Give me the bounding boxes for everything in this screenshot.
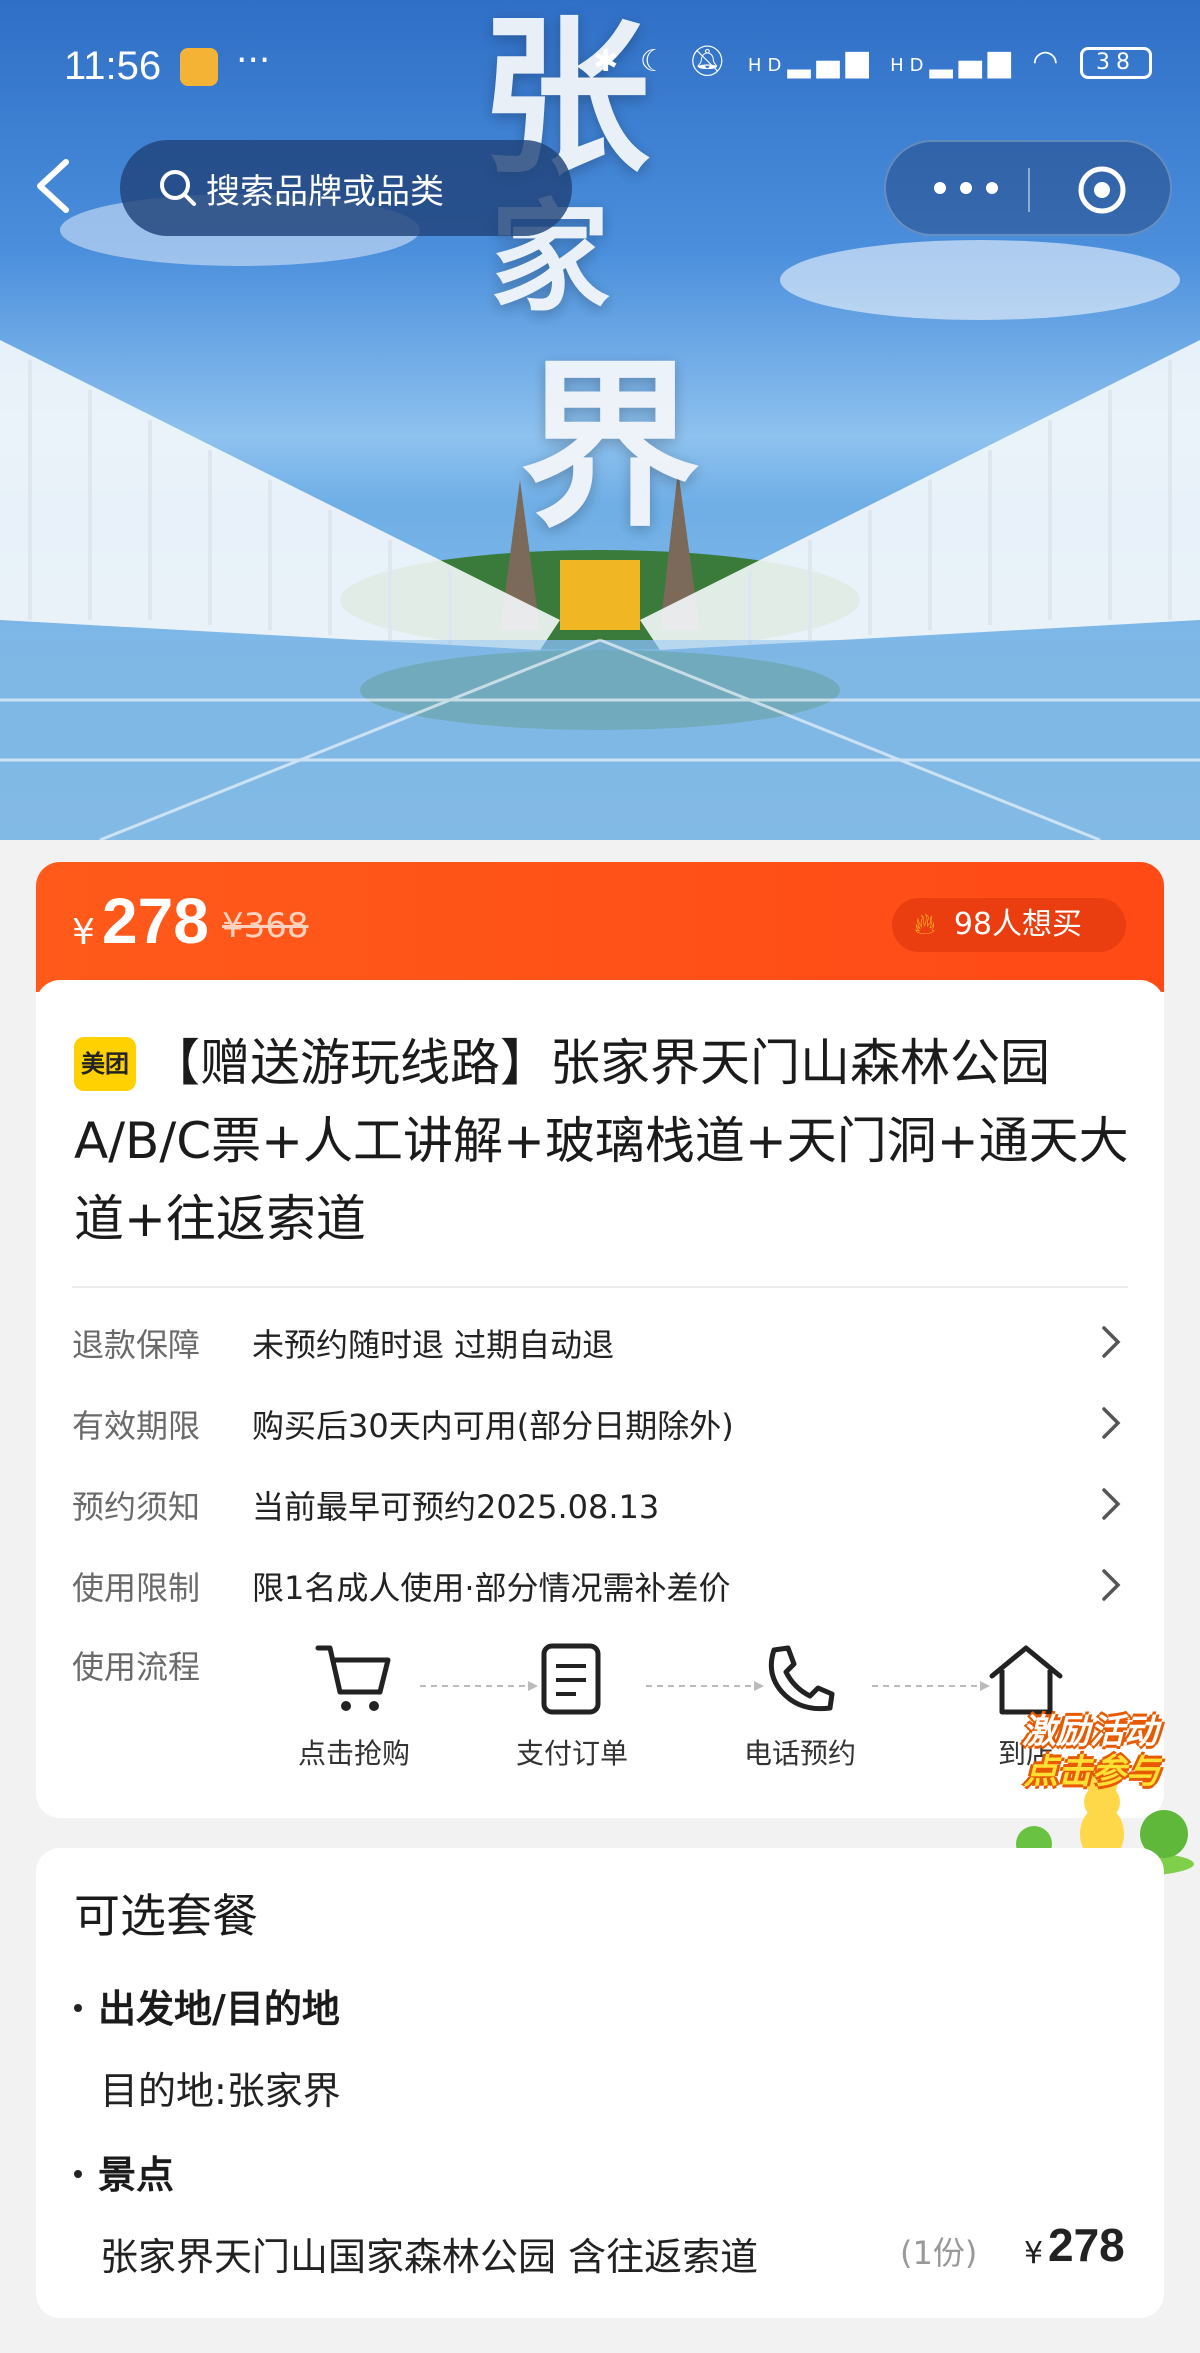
system-icons: ✱ ☾ 🔕︎ HD▂▄▆ HD▂▄▆ ◠ 38 (593, 44, 1152, 79)
do-not-disturb-icon: ☾ (639, 44, 673, 79)
current-price: 278 (102, 885, 209, 957)
fire-icon: 🔥︎ (913, 907, 936, 942)
cart-icon (315, 1645, 391, 1711)
bullet (74, 2170, 82, 2178)
want-count: 98人想买 (953, 907, 1082, 942)
battery-icon: 38 (1080, 46, 1152, 79)
clock: 11:56 (64, 44, 162, 88)
status-bar: 11:56 ··· ✱ ☾ 🔕︎ HD▂▄▆ HD▂▄▆ ◠ 38 (0, 36, 1200, 100)
want-to-buy-badge: 🔥︎ 98人想买 (891, 898, 1126, 952)
chevron-right-icon (1102, 1488, 1121, 1520)
promo-line-2: 点击参与 (1024, 1752, 1160, 1792)
currency-symbol: ¥ (72, 912, 95, 953)
bullet (74, 2004, 82, 2012)
flow-key: 使用流程 (72, 1648, 201, 1686)
info-key: 有效期限 (72, 1407, 201, 1445)
notification-app-icon (180, 48, 218, 86)
search-icon (160, 170, 196, 206)
hero-banner-image: 张 家 界 (0, 0, 1200, 840)
signal-1-icon: HD (747, 55, 788, 76)
info-value: 购买后30天内可用(部分日期除外) (252, 1407, 734, 1445)
section-origin-destination: 出发地/目的地 (74, 1978, 340, 2033)
original-price: ¥368 (222, 906, 309, 946)
hero-calligraphy-bottom: 界 (520, 341, 701, 552)
meituan-badge: 美团 (74, 1037, 136, 1091)
package-price: 278 (1048, 2219, 1125, 2271)
chevron-right-icon (1102, 1407, 1121, 1439)
section-spot: 景点 (74, 2144, 174, 2199)
info-row-restriction[interactable]: 使用限制 限1名成人使用·部分情况需补差价 (72, 1555, 1152, 1611)
more-notifications-indicator: ··· (236, 40, 271, 81)
price-bar: ¥ 278 ¥368 🔥︎ 98人想买 (36, 862, 1164, 992)
wifi-icon: ◠ (1032, 44, 1065, 79)
signal-bars-icon: ▂▄▆ (787, 44, 875, 79)
info-value: 当前最早可预约2025.08.13 (252, 1488, 660, 1526)
info-key: 退款保障 (72, 1326, 201, 1364)
package-quantity: (1份) (900, 2234, 978, 2272)
back-button[interactable] (32, 156, 72, 216)
info-row-refund[interactable]: 退款保障 未预约随时退 过期自动退 (72, 1312, 1152, 1368)
info-row-validity[interactable]: 有效期限 购买后30天内可用(部分日期除外) (72, 1393, 1152, 1449)
order-document-icon (541, 1643, 601, 1715)
package-card: 可选套餐 出发地/目的地 目的地:张家界 景点 张家界天门山国家森林公园 含往返… (36, 1848, 1164, 2318)
info-key: 使用限制 (72, 1569, 201, 1607)
chevron-right-icon (1102, 1326, 1121, 1358)
flow-step-label: 点击抢购 (297, 1737, 410, 1770)
info-value: 限1名成人使用·部分情况需补差价 (252, 1569, 731, 1607)
spot-name[interactable]: 张家界天门山国家森林公园 含往返索道 (100, 2226, 758, 2281)
chevron-left-icon (37, 159, 69, 213)
phone-icon (768, 1645, 835, 1712)
flow-step-pay: 支付订单 (492, 1642, 652, 1772)
package-title: 可选套餐 (74, 1889, 258, 1943)
info-value: 未预约随时退 过期自动退 (252, 1326, 615, 1364)
bluetooth-icon: ✱ (593, 44, 625, 79)
search-placeholder: 搜索品牌或品类 (206, 172, 444, 212)
mini-program-capsule (884, 140, 1172, 236)
capsule-divider (1028, 168, 1030, 212)
search-bar[interactable]: 搜索品牌或品类 (120, 140, 572, 236)
flow-step-buy: 点击抢购 (274, 1642, 434, 1772)
signal-bars-icon: ▂▄▆ (929, 44, 1017, 79)
flow-step-label: 电话预约 (743, 1737, 856, 1770)
package-currency: ¥ (1024, 2236, 1044, 2271)
close-mini-program-icon[interactable] (1076, 164, 1128, 216)
product-title-text: 【赠送游玩线路】张家界天门山森林公园A/B/C票+人工讲解+玻璃栈道+天门洞+通… (74, 1034, 1129, 1248)
card-body-top (36, 980, 1164, 1020)
more-options-icon[interactable] (926, 168, 1006, 208)
info-row-booking[interactable]: 预约须知 当前最早可预约2025.08.13 (72, 1474, 1152, 1530)
info-key: 预约须知 (72, 1488, 201, 1526)
flow-step-call: 电话预约 (720, 1642, 880, 1772)
section-label: 出发地/目的地 (98, 1987, 340, 2031)
section-label: 景点 (98, 2153, 175, 2197)
mute-icon: 🔕︎ (688, 44, 733, 79)
product-title: 美团 【赠送游玩线路】张家界天门山森林公园A/B/C票+人工讲解+玻璃栈道+天门洞… (74, 1024, 1134, 1258)
product-card: ¥ 278 ¥368 🔥︎ 98人想买 美团 【赠送游玩线路】张家界天门山森林公园… (36, 862, 1164, 1818)
chevron-right-icon (1102, 1569, 1121, 1601)
divider (72, 1286, 1128, 1288)
destination-text: 目的地:张家界 (100, 2069, 341, 2113)
flow-step-label: 支付订单 (515, 1737, 628, 1770)
signal-2-icon: HD (890, 55, 930, 76)
